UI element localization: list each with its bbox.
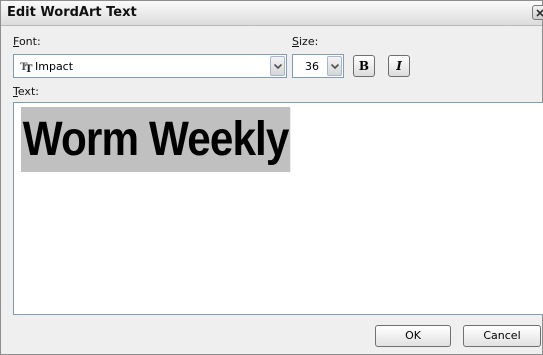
bold-button[interactable]: B [353,55,375,77]
font-dropdown[interactable]: T T Impact [13,54,287,78]
wordart-text-area[interactable]: Worm Weekly [13,102,543,315]
text-label: Text: [13,85,39,98]
title-bar[interactable]: Edit WordArt Text [1,1,543,26]
size-dropdown-button[interactable] [327,56,342,76]
font-dropdown-button[interactable] [270,56,285,76]
italic-button[interactable]: I [388,55,410,77]
font-label: Font: [13,35,41,48]
chevron-down-icon [274,64,282,69]
truetype-icon: T T [20,62,33,72]
size-dropdown[interactable]: 36 [292,54,344,78]
size-label: Size: [292,35,319,48]
ok-button[interactable]: OK [375,325,451,347]
close-button[interactable] [532,5,543,20]
close-icon [536,9,543,17]
edit-wordart-dialog: Edit WordArt Text Font: Size: T T Impact… [0,0,543,355]
cancel-button[interactable]: Cancel [463,325,541,347]
wordart-text-selection[interactable]: Worm Weekly [21,107,291,172]
svg-text:T: T [25,64,33,72]
dialog-title: Edit WordArt Text [7,5,137,20]
font-value: Impact [35,60,74,73]
size-value: 36 [305,60,319,73]
chevron-down-icon [331,64,339,69]
